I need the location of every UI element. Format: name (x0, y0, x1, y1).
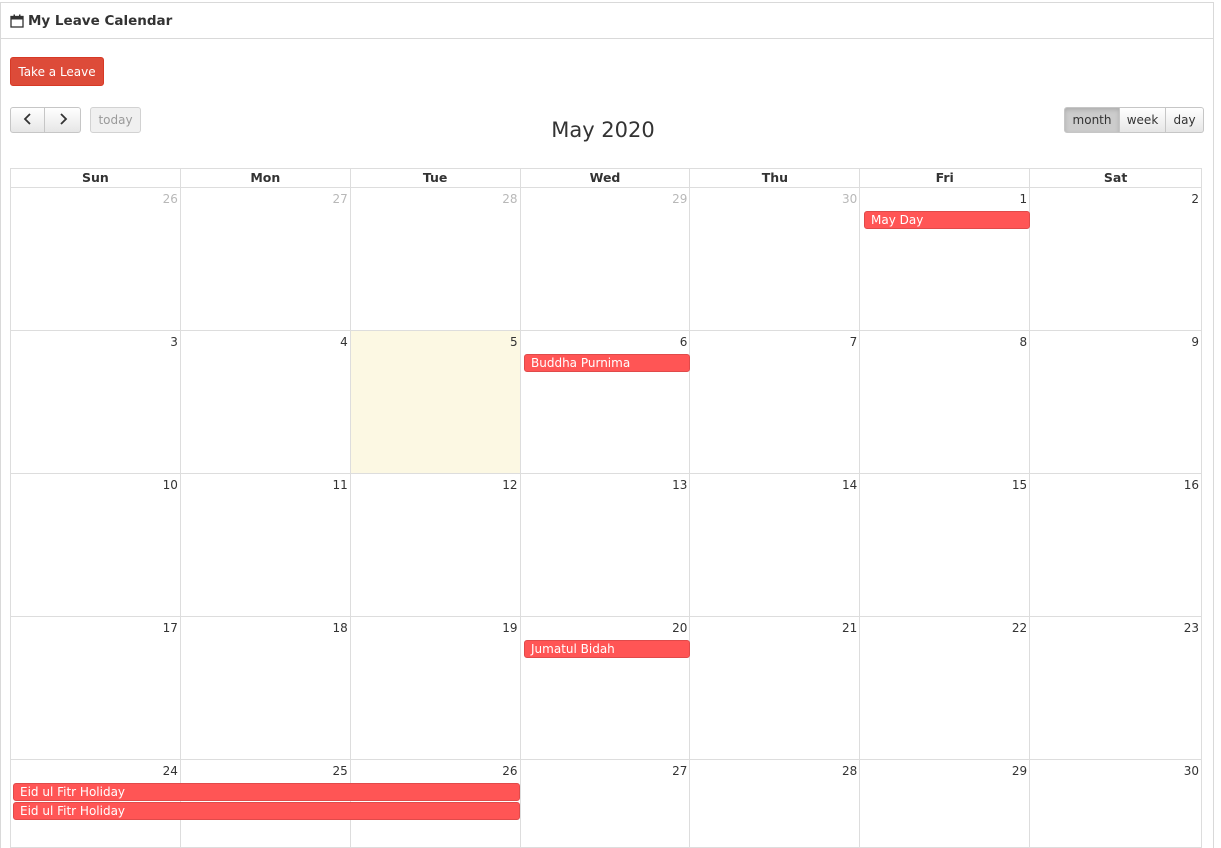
calendar-icon (10, 14, 24, 28)
event-may-day[interactable]: May Day (864, 211, 1030, 229)
day-cell[interactable]: 30 (1030, 760, 1203, 848)
day-number: 16 (1183, 478, 1200, 492)
weekday-header: Sun (11, 169, 181, 188)
day-number: 9 (1191, 335, 1200, 349)
weekday-header: Fri (860, 169, 1031, 188)
weekday-header: Wed (520, 169, 691, 188)
day-cell[interactable]: 11 (180, 474, 351, 617)
weekday-header: Tue (350, 169, 521, 188)
day-cell[interactable]: 20 (520, 617, 691, 760)
day-cell[interactable]: 10 (11, 474, 181, 617)
day-number: 22 (1011, 621, 1028, 635)
weekday-header-row: Sun Mon Tue Wed Thu Fri Sat (10, 168, 1203, 188)
day-number: 29 (672, 192, 688, 206)
day-cell[interactable]: 19 (350, 617, 521, 760)
day-cell[interactable]: 13 (520, 474, 691, 617)
day-cell[interactable]: 27 (520, 760, 691, 848)
event-eid-ul-fitr-holiday[interactable]: Eid ul Fitr Holiday (13, 783, 520, 801)
day-number: 29 (1011, 764, 1028, 778)
take-leave-button[interactable]: Take a Leave (10, 57, 104, 86)
day-number: 11 (332, 478, 348, 492)
day-number: 20 (672, 621, 688, 635)
day-number: 23 (1183, 621, 1200, 635)
weekday-header: Mon (180, 169, 351, 188)
day-cell[interactable]: 7 (690, 331, 861, 474)
day-number: 17 (162, 621, 178, 635)
day-cell[interactable]: 8 (860, 331, 1031, 474)
week-row: 3 4 5 6 7 8 9 Buddha Purnima (10, 331, 1203, 474)
day-number: 4 (340, 335, 348, 349)
day-number: 28 (842, 764, 858, 778)
week-row: 17 18 19 20 21 22 23 Jumatul Bidah (10, 617, 1203, 760)
day-cell[interactable]: 22 (860, 617, 1031, 760)
month-view-button[interactable]: month (1064, 107, 1120, 133)
week-row: 10 11 12 13 14 15 16 (10, 474, 1203, 617)
day-cell[interactable]: 1 (860, 188, 1031, 331)
week-row: 24 25 26 27 28 29 30 Eid ul Fitr Holiday… (10, 760, 1203, 848)
day-number: 30 (1183, 764, 1200, 778)
day-cell[interactable]: 29 (860, 760, 1031, 848)
week-view-button[interactable]: week (1120, 107, 1166, 133)
day-view-button[interactable]: day (1166, 107, 1204, 133)
day-number: 7 (849, 335, 858, 349)
day-cell[interactable]: 18 (180, 617, 351, 760)
day-number: 13 (672, 478, 688, 492)
day-number: 27 (672, 764, 688, 778)
week-row: 26 27 28 29 30 1 2 May Day (10, 188, 1203, 331)
day-number: 15 (1011, 478, 1028, 492)
day-number: 2 (1191, 192, 1200, 206)
day-cell[interactable]: 27 (180, 188, 351, 331)
calendar-title: May 2020 (551, 118, 655, 142)
day-cell[interactable]: 17 (11, 617, 181, 760)
day-cell[interactable]: 29 (520, 188, 691, 331)
day-number: 18 (332, 621, 348, 635)
day-cell[interactable]: 12 (350, 474, 521, 617)
day-cell[interactable]: 15 (860, 474, 1031, 617)
event-eid-ul-fitr-holiday[interactable]: Eid ul Fitr Holiday (13, 802, 520, 820)
day-cell[interactable]: 30 (690, 188, 861, 331)
day-number: 30 (842, 192, 858, 206)
day-number: 26 (162, 192, 178, 206)
day-number: 8 (1019, 335, 1028, 349)
day-number: 1 (1019, 192, 1028, 206)
day-cell[interactable]: 6 (520, 331, 691, 474)
day-cell[interactable]: 26 (11, 188, 181, 331)
day-cell[interactable]: 28 (690, 760, 861, 848)
day-cell[interactable]: 14 (690, 474, 861, 617)
day-number: 6 (679, 335, 688, 349)
day-number: 27 (332, 192, 348, 206)
weekday-header: Sat (1030, 169, 1203, 188)
day-cell[interactable]: 2 (1030, 188, 1203, 331)
month-grid: Sun Mon Tue Wed Thu Fri Sat 26 27 28 29 … (10, 168, 1203, 848)
day-cell[interactable]: 3 (11, 331, 181, 474)
day-number: 14 (842, 478, 858, 492)
view-switcher: month week day (1064, 107, 1204, 133)
day-cell[interactable]: 16 (1030, 474, 1203, 617)
day-cell[interactable]: 9 (1030, 331, 1203, 474)
day-cell[interactable]: 23 (1030, 617, 1203, 760)
event-jumatul-bidah[interactable]: Jumatul Bidah (524, 640, 690, 658)
day-number: 26 (502, 764, 518, 778)
panel-title: My Leave Calendar (28, 12, 173, 29)
day-number: 21 (842, 621, 858, 635)
day-cell[interactable]: 21 (690, 617, 861, 760)
day-cell[interactable]: 4 (180, 331, 351, 474)
event-buddha-purnima[interactable]: Buddha Purnima (524, 354, 690, 372)
day-number: 3 (170, 335, 178, 349)
day-cell[interactable]: 28 (350, 188, 521, 331)
day-number: 10 (162, 478, 178, 492)
day-number: 19 (502, 621, 518, 635)
day-number: 28 (502, 192, 518, 206)
day-cell-today[interactable]: 5 (350, 331, 521, 474)
weekday-header: Thu (690, 169, 861, 188)
day-number: 25 (332, 764, 348, 778)
day-number: 24 (162, 764, 178, 778)
day-number: 5 (509, 335, 518, 349)
panel-header: My Leave Calendar (1, 3, 1213, 39)
day-number: 12 (502, 478, 518, 492)
